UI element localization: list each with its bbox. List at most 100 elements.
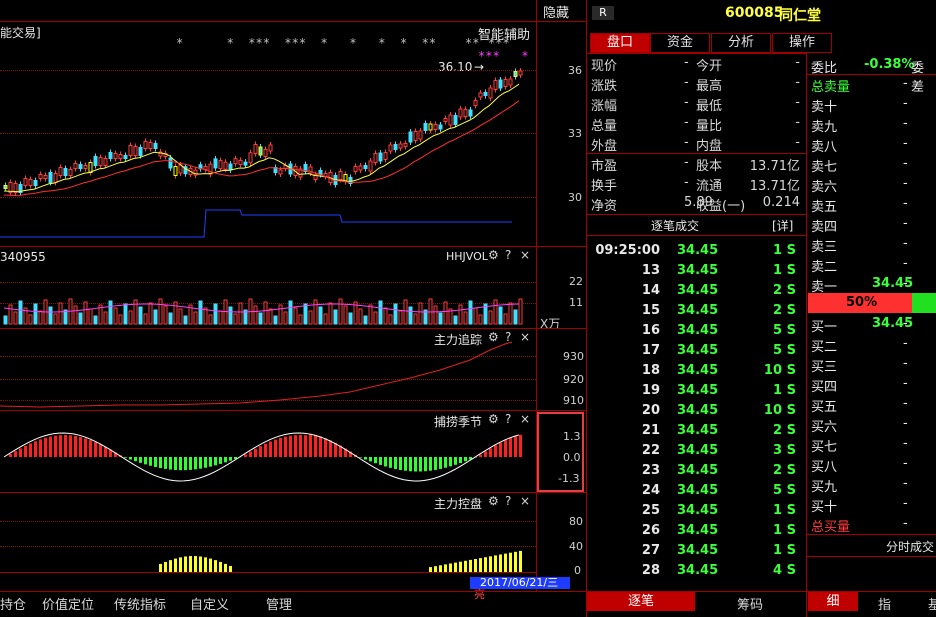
trade-price: 34.45	[677, 483, 719, 498]
book-dash: -	[903, 136, 908, 151]
bottom-tab-traditional[interactable]: 传统指标	[114, 594, 166, 613]
trade-row: 15 34.45 2 S	[588, 302, 806, 322]
tab-panel[interactable]: 盘口	[590, 33, 650, 53]
candle	[88, 162, 93, 173]
volume-bar	[273, 315, 278, 325]
volume-bar	[3, 315, 8, 325]
volume-bar	[123, 303, 128, 325]
sell-level-label: 卖十	[811, 100, 838, 115]
season-bar	[324, 438, 327, 457]
volume-bar	[183, 315, 188, 325]
season-bar	[284, 436, 287, 457]
volume-bar	[288, 300, 293, 325]
trade-time: 14	[641, 283, 660, 298]
control-bar	[179, 557, 182, 572]
trade-price: 34.45	[677, 363, 719, 378]
candle	[363, 165, 368, 169]
book-tab-index[interactable]: 指	[878, 594, 891, 613]
trade-row: 18 34.45 10 S	[588, 362, 806, 382]
candle	[113, 153, 118, 159]
season-bar	[129, 457, 132, 460]
quote-label: 现价	[591, 59, 618, 74]
volume-bar	[193, 311, 198, 325]
trades-tab-chips[interactable]: 筹码	[737, 594, 763, 613]
volume-bar	[268, 308, 273, 325]
volume-bar	[413, 313, 418, 325]
season-bar	[64, 435, 67, 457]
volume-help-icon[interactable]: ?	[505, 248, 511, 262]
bottom-tab-value[interactable]: 价值定位	[42, 594, 94, 613]
candle	[428, 123, 433, 131]
bottom-tab-custom[interactable]: 自定义	[190, 594, 229, 613]
candle	[393, 144, 398, 150]
hide-button[interactable]: 隐藏	[543, 2, 569, 21]
bottom-tab-position[interactable]: 持仓	[0, 594, 26, 613]
volume-bar	[358, 308, 363, 325]
tab-funds[interactable]: 资金	[650, 33, 710, 53]
book-dash: -	[903, 236, 908, 251]
book-tab-detail[interactable]: 细	[808, 592, 858, 611]
quote-value: -	[795, 95, 800, 110]
candle	[518, 70, 523, 76]
volume-bar	[233, 313, 238, 325]
candle	[263, 149, 268, 157]
buy-level-label: 买三	[811, 360, 838, 375]
trade-volume: 3	[772, 443, 782, 458]
volume-bar	[513, 309, 518, 325]
control-close-icon[interactable]: ×	[520, 494, 530, 508]
candle	[368, 160, 373, 172]
control-gear-icon[interactable]: ⚙	[488, 494, 499, 508]
stock-code: 600085	[725, 5, 784, 21]
candle	[373, 153, 378, 163]
season-bar	[159, 457, 162, 469]
bottom-tab-manage[interactable]: 管理	[266, 594, 292, 613]
ratio-percent: 50%	[846, 295, 878, 310]
volume-axis-11: 11	[569, 296, 583, 309]
season-bar	[484, 451, 487, 457]
season-bar	[379, 457, 382, 465]
candle	[238, 159, 243, 165]
season-bar	[429, 457, 432, 471]
volume-bar	[493, 299, 498, 325]
tab-operate[interactable]: 操作	[772, 33, 832, 53]
candle	[48, 172, 53, 183]
trade-price: 34.45	[677, 543, 719, 558]
season-bar	[99, 444, 102, 457]
season-bar	[14, 451, 17, 457]
tracking-axis-930: 930	[563, 350, 584, 363]
season-bar	[9, 454, 12, 457]
candle	[358, 165, 363, 171]
trades-tab-active[interactable]: 逐笔	[587, 592, 695, 611]
volume-bar	[198, 300, 203, 325]
volume-bar	[503, 313, 508, 325]
volume-close-icon[interactable]: ×	[520, 248, 530, 262]
volume-bar	[388, 314, 393, 325]
trades-detail-link[interactable]: [详]	[772, 217, 793, 234]
season-bar	[519, 434, 522, 457]
volume-gear-icon[interactable]: ⚙	[488, 248, 499, 262]
quote-value: -	[684, 95, 689, 110]
total-buy-label: 总买量	[811, 520, 851, 535]
volume-bar	[228, 306, 233, 325]
candle	[218, 160, 223, 170]
volume-bar	[148, 302, 153, 325]
candle	[123, 155, 128, 159]
control-help-icon[interactable]: ?	[505, 494, 511, 508]
control-bar	[189, 556, 192, 572]
volume-bar	[48, 306, 53, 325]
volume-bar	[318, 306, 323, 325]
season-bar	[309, 433, 312, 457]
book-dash: -	[903, 256, 908, 271]
trade-row: 16 34.45 5 S	[588, 322, 806, 342]
tracking-axis-910: 910	[563, 394, 584, 407]
signal-stars: * * *** *** * * * * ** **	[176, 36, 480, 50]
season-bar	[424, 457, 427, 472]
book-tab-fund[interactable]: 基	[928, 594, 936, 613]
tab-analysis[interactable]: 分析	[711, 33, 771, 53]
volume-bar	[508, 302, 513, 325]
book-dash: -	[903, 336, 908, 351]
volume-bar	[118, 314, 123, 325]
season-bar	[84, 438, 87, 457]
buy-level-label: 买九	[811, 480, 838, 495]
volume-chart	[3, 298, 523, 325]
